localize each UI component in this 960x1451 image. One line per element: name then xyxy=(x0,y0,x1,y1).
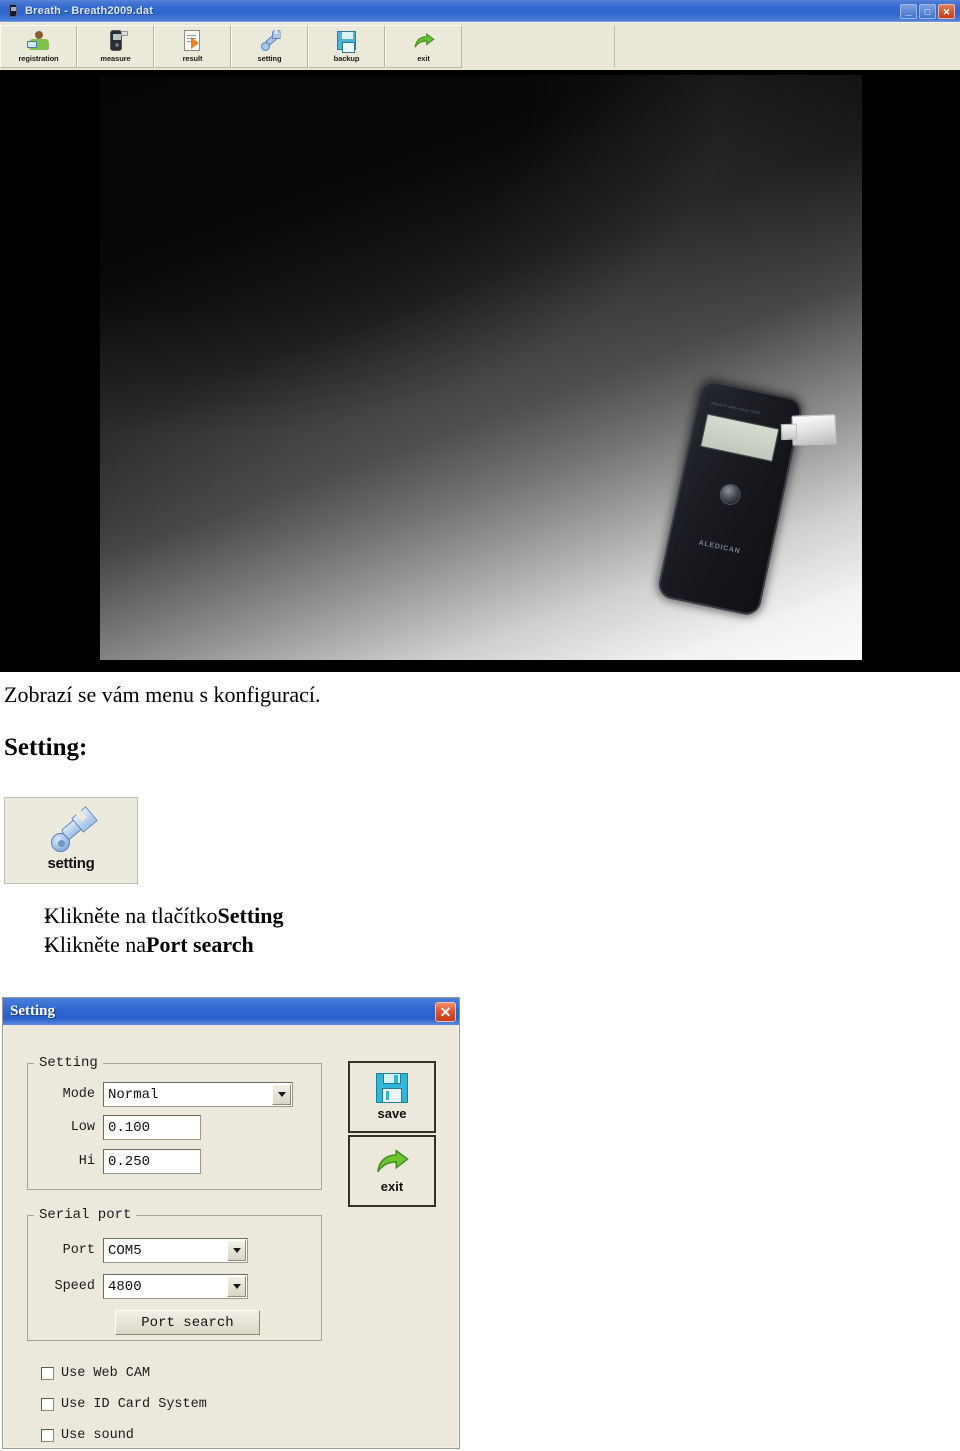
window-title: Breath - Breath2009.dat xyxy=(25,5,154,17)
close-button[interactable]: ✕ xyxy=(938,3,955,19)
floppy-disk-icon xyxy=(376,1073,408,1103)
minimize-icon: _ xyxy=(905,4,912,17)
low-value: 0.100 xyxy=(108,1119,151,1136)
breathalyzer-device: BREATH BREATHALYZER ALEDICAN xyxy=(656,378,837,618)
checkbox-use-web-cam[interactable]: Use Web CAM xyxy=(41,1366,150,1381)
checkbox-label: Use Web CAM xyxy=(61,1366,151,1381)
device-photo: BREATH BREATHALYZER ALEDICAN xyxy=(100,75,862,660)
breathalyzer-device-icon xyxy=(103,29,129,53)
wrench-icon xyxy=(257,29,283,53)
speed-value: 4800 xyxy=(108,1278,142,1295)
section-heading: Setting: xyxy=(4,734,88,761)
list-bullet: - xyxy=(44,903,52,928)
port-search-button[interactable]: Port search xyxy=(115,1310,260,1335)
list-item-emphasis: Setting xyxy=(217,903,284,928)
chevron-down-icon[interactable] xyxy=(227,1240,246,1261)
maximize-button[interactable]: □ xyxy=(919,3,936,19)
checkbox-use-id-card-system[interactable]: Use ID Card System xyxy=(41,1397,207,1412)
list-item-text: Klikněte na xyxy=(44,932,147,957)
toolbar-label: measure xyxy=(100,54,131,63)
save-button-label: save xyxy=(377,1106,407,1121)
checkbox-box[interactable] xyxy=(41,1429,54,1442)
list-item-emphasis: Port search xyxy=(146,932,254,957)
intro-paragraph: Zobrazí se vám menu s konfigurací. xyxy=(4,682,321,707)
user-registration-icon xyxy=(26,29,52,53)
checkbox-label: Use sound xyxy=(61,1428,134,1443)
dialog-body: Setting Mode Normal Low 0.100 Hi 0.250 S… xyxy=(3,1025,459,1448)
exit-button-label: exit xyxy=(380,1179,404,1194)
hi-value: 0.250 xyxy=(108,1153,151,1170)
application-window-screenshot: Breath - Breath2009.dat _ □ ✕ registrati… xyxy=(0,0,960,672)
save-button[interactable]: save xyxy=(348,1061,436,1133)
setting-group-legend: Setting xyxy=(39,1055,98,1071)
mouthpiece xyxy=(791,414,837,446)
low-field-row: Low 0.100 xyxy=(27,1115,201,1140)
checkbox-box[interactable] xyxy=(41,1367,54,1380)
checkbox-use-sound[interactable]: Use sound xyxy=(41,1428,134,1443)
checkbox-box[interactable] xyxy=(41,1398,54,1411)
low-input[interactable]: 0.100 xyxy=(103,1115,201,1140)
green-arrow-glyph xyxy=(377,1149,409,1173)
instruction-list: - Klikněte na tlačítko Setting - Kliknět… xyxy=(0,903,284,961)
setting-dialog: Setting ✕ Setting Mode Normal Low 0.100 … xyxy=(2,997,460,1449)
dialog-titlebar: Setting ✕ xyxy=(3,998,459,1025)
main-toolbar: registration measure result setting back… xyxy=(0,22,960,70)
toolbar-label: exit xyxy=(417,54,430,63)
mode-value: Normal xyxy=(108,1086,159,1103)
toolbar-label: setting xyxy=(257,54,282,63)
dialog-title: Setting xyxy=(10,1003,55,1019)
maximize-icon: □ xyxy=(924,6,931,17)
setting-thumbnail-label: setting xyxy=(47,855,95,872)
chevron-down-icon[interactable] xyxy=(272,1084,291,1105)
speed-field-row: Speed 4800 xyxy=(27,1274,248,1299)
toolbar-label: backup xyxy=(333,54,360,63)
chevron-down-icon[interactable] xyxy=(227,1276,246,1297)
hi-field-row: Hi 0.250 xyxy=(27,1149,201,1174)
hi-input[interactable]: 0.250 xyxy=(103,1149,201,1174)
toolbar-label: registration xyxy=(18,54,59,63)
port-select[interactable]: COM5 xyxy=(103,1238,248,1263)
hi-label: Hi xyxy=(78,1154,95,1169)
speed-label: Speed xyxy=(54,1279,95,1294)
port-search-label: Port search xyxy=(141,1314,234,1331)
green-arrow-icon xyxy=(375,1148,409,1176)
toolbar-button-measure[interactable]: measure xyxy=(77,25,154,68)
port-field-row: Port COM5 xyxy=(27,1238,248,1263)
device-icon xyxy=(5,3,21,19)
checkbox-label: Use ID Card System xyxy=(61,1397,207,1412)
toolbar-button-registration[interactable]: registration xyxy=(0,25,77,68)
toolbar-button-backup[interactable]: backup xyxy=(308,25,385,68)
close-icon: ✕ xyxy=(942,6,951,17)
list-item: - Klikněte na Port search xyxy=(0,932,284,958)
green-arrow-icon xyxy=(411,29,437,53)
mode-field-row: Mode Normal xyxy=(27,1082,293,1107)
list-item: - Klikněte na tlačítko Setting xyxy=(0,903,284,929)
port-label: Port xyxy=(62,1243,95,1258)
mode-select[interactable]: Normal xyxy=(103,1082,293,1107)
speed-select[interactable]: 4800 xyxy=(103,1274,248,1299)
port-value: COM5 xyxy=(108,1242,142,1259)
wrench-icon xyxy=(45,809,97,853)
toolbar-empty-area xyxy=(615,23,960,70)
setting-button-thumbnail: setting xyxy=(4,797,138,884)
toolbar-button-exit[interactable]: exit xyxy=(385,25,462,68)
minimize-button[interactable]: _ xyxy=(900,3,917,19)
list-item-text: Klikněte na tlačítko xyxy=(44,903,218,928)
window-controls: _ □ ✕ xyxy=(900,3,958,19)
dialog-close-button[interactable]: ✕ xyxy=(435,1001,456,1022)
document-export-icon xyxy=(180,29,206,53)
low-label: Low xyxy=(70,1120,95,1135)
list-bullet: - xyxy=(44,932,52,957)
window-titlebar: Breath - Breath2009.dat _ □ ✕ xyxy=(0,0,960,22)
document-body: Zobrazí se vám menu s konfigurací. Setti… xyxy=(0,672,960,762)
toolbar-button-result[interactable]: result xyxy=(154,25,231,68)
toolbar-button-setting[interactable]: setting xyxy=(231,25,308,68)
floppy-disk-icon xyxy=(334,29,360,53)
mode-label: Mode xyxy=(62,1087,95,1102)
green-arrow-glyph xyxy=(414,33,435,48)
exit-button[interactable]: exit xyxy=(348,1135,436,1207)
serial-port-group-legend: Serial port xyxy=(39,1207,132,1223)
toolbar-label: result xyxy=(182,54,203,63)
close-icon: ✕ xyxy=(439,1003,452,1020)
